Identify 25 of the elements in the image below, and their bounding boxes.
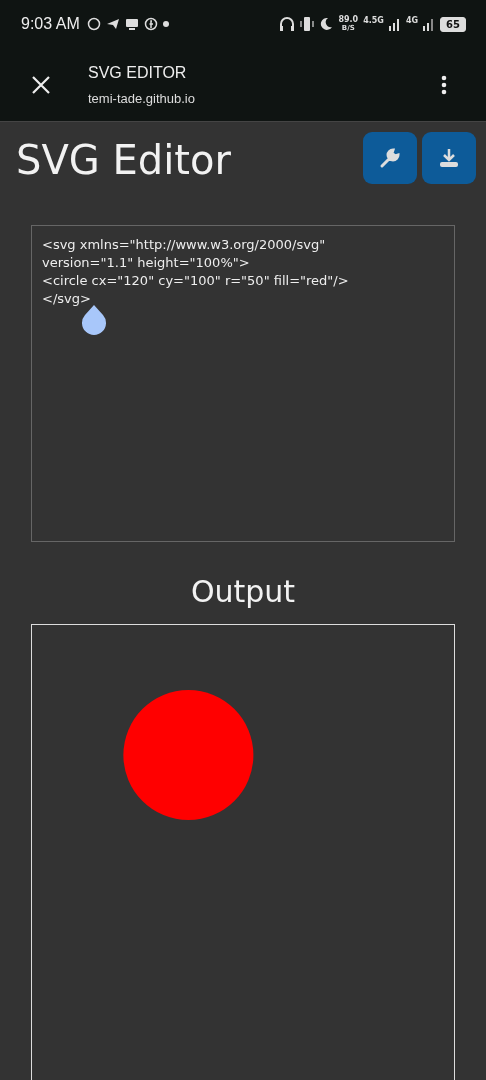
- dot-icon: [162, 21, 169, 27]
- menu-icon[interactable]: [441, 74, 447, 95]
- moon-icon: [319, 17, 334, 31]
- monitor-icon: [124, 17, 139, 31]
- network-type: 4G: [405, 16, 419, 25]
- paper-plane-icon: [105, 17, 120, 31]
- page-url: temi-tade.github.io: [88, 90, 196, 106]
- signal-icon: [423, 17, 436, 31]
- vibrate-icon: [300, 16, 315, 32]
- settings-button[interactable]: [363, 132, 417, 184]
- close-icon[interactable]: [31, 74, 51, 95]
- output-heading: Output: [189, 573, 297, 611]
- net-speed: 89.0: [338, 15, 359, 24]
- status-time: 9:03 AM: [21, 15, 80, 33]
- signal-icon: [388, 17, 401, 31]
- network-type: 4.5G: [363, 16, 384, 25]
- wrench-icon: [379, 147, 401, 169]
- app-title: SVG Editor: [16, 136, 231, 184]
- download-button[interactable]: [422, 132, 476, 184]
- battery-indicator: 65: [440, 16, 466, 32]
- download-icon: [438, 147, 460, 169]
- headphones-icon: [279, 16, 296, 32]
- code-field[interactable]: <svg xmlns="http://www.w3.org/2000/svg" version="1.1" height="100%"> <circle cx="120" cy="100" r="50" fill="red"/> </svg>: [31, 225, 455, 542]
- cursor-handle-icon[interactable]: [81, 305, 107, 335]
- page-title: SVG EDITOR: [88, 63, 188, 82]
